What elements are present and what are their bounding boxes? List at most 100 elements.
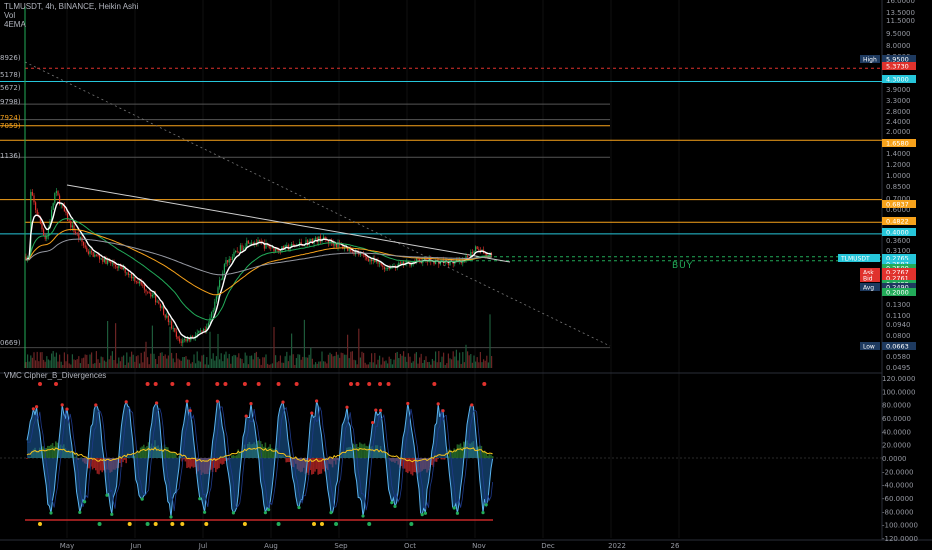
buy-dot — [481, 511, 485, 515]
indicator-legend[interactable]: VMC Cipher_B_Divergences — [4, 371, 106, 380]
volume-bar — [467, 351, 469, 368]
candle-body — [475, 246, 477, 252]
volume-bar — [193, 354, 195, 368]
volume-bar — [265, 354, 267, 368]
candle-body — [275, 248, 277, 252]
candle-body — [286, 245, 288, 246]
candle-body — [211, 312, 213, 318]
money-flow-bar — [490, 454, 492, 458]
candle-body — [231, 256, 233, 260]
money-flow-bar — [386, 454, 388, 458]
candle-body — [135, 281, 137, 283]
candle-body — [147, 291, 149, 293]
volume-bar — [379, 355, 381, 368]
money-flow-bar — [47, 445, 49, 458]
volume-bar — [75, 360, 77, 368]
indicator-title[interactable]: VMC Cipher_B_Divergences — [4, 371, 106, 380]
fib-level-label: 7924) — [0, 114, 21, 122]
volume-bar — [263, 357, 265, 368]
chart-canvas[interactable]: 16.000013.500011.50009.50008.00006.50005… — [0, 0, 932, 550]
volume-bar — [444, 364, 446, 368]
volume-bar — [254, 353, 256, 368]
time-tick-label: Jun — [130, 542, 142, 550]
volume-bar — [97, 359, 99, 368]
buy-dot — [423, 511, 427, 515]
volume-bar — [100, 356, 102, 368]
candle-body — [151, 295, 153, 297]
top-signal-dot — [223, 382, 228, 386]
candle-body — [385, 268, 387, 270]
oscillator-axis[interactable]: 120.0000 100.0000 80.0000 60.0000 40.000… — [882, 375, 918, 543]
money-flow-bar — [461, 446, 463, 458]
time-tick-label: May — [60, 542, 74, 550]
bottom-signal-dot — [180, 522, 185, 526]
candle-body — [180, 341, 182, 343]
sell-dot — [281, 400, 285, 404]
volume-bar — [55, 352, 57, 368]
ema-legend[interactable]: 4EMA — [4, 20, 138, 29]
volume-bar — [345, 354, 347, 368]
candle-body — [230, 258, 232, 260]
price-tick-label: 1.4000 — [886, 150, 911, 158]
volume-bar — [347, 334, 349, 368]
volume-bar — [451, 359, 453, 368]
money-flow-bar — [285, 458, 287, 463]
price-tick-label: 1.0000 — [886, 172, 911, 180]
candle-body — [83, 241, 85, 246]
price-tick-label: 0.8500 — [886, 183, 911, 191]
volume-bar — [302, 356, 304, 368]
money-flow-bar — [487, 455, 489, 458]
volume-bar — [212, 353, 214, 368]
volume-bar — [151, 325, 153, 368]
volume-bar — [297, 354, 299, 368]
volume-bar — [222, 361, 224, 368]
volume-bar — [377, 359, 379, 368]
volume-bar — [335, 351, 337, 368]
volume-bar — [247, 364, 249, 368]
candle-body — [371, 259, 373, 262]
sell-dot — [249, 402, 253, 406]
candle-body — [271, 247, 273, 249]
price-tick-label: 2.0000 — [886, 128, 911, 136]
price-tick-label: 2.4000 — [886, 118, 911, 126]
volume-bar — [433, 360, 435, 368]
buy-dot — [297, 506, 301, 510]
volume-bar — [262, 357, 264, 368]
volume-bar — [412, 361, 414, 368]
money-flow-bar — [437, 458, 439, 459]
price-label-value: 0.2000 — [886, 289, 909, 297]
candle-body — [127, 272, 129, 275]
volume-bar — [244, 352, 246, 368]
volume-bar — [113, 359, 115, 368]
candle-body — [89, 251, 91, 254]
header-legend[interactable]: TLMUSDT, 4h, BINANCE, Heikin Ashi Vol 4E… — [4, 2, 138, 29]
volume-bar — [308, 354, 310, 368]
candle-body — [201, 330, 203, 332]
money-flow-bar — [223, 458, 225, 464]
top-signal-dot — [294, 382, 299, 386]
price-tick-label: 3.9000 — [886, 86, 911, 94]
candle-body — [379, 262, 381, 264]
symbol-title[interactable]: TLMUSDT, 4h, BINANCE, Heikin Ashi — [4, 2, 138, 11]
volume-bar — [105, 361, 107, 368]
volume-bar — [393, 359, 395, 368]
candle-body — [163, 306, 165, 315]
bottom-signal-dot — [276, 522, 281, 526]
volume-bar — [129, 356, 131, 368]
osc-tick-label: -120.0000 — [882, 535, 918, 543]
buy-dot — [203, 510, 207, 514]
volume-bar — [171, 352, 173, 368]
volume-bar — [108, 359, 110, 368]
volume-bar — [331, 354, 333, 368]
volume-bar — [375, 364, 377, 368]
volume-bar — [255, 351, 257, 368]
volume-bar — [491, 356, 493, 368]
money-flow-bar — [184, 458, 187, 462]
bottom-signal-dot — [153, 522, 158, 526]
volume-legend[interactable]: Vol — [4, 11, 138, 20]
candle-body — [75, 231, 77, 234]
volume-bar — [167, 355, 169, 368]
candle-body — [315, 237, 317, 240]
time-axis[interactable]: May Jun Jul Aug Sep Oct Nov Dec 2022 26 — [60, 542, 680, 550]
price-tick-label: 11.5000 — [886, 17, 915, 25]
